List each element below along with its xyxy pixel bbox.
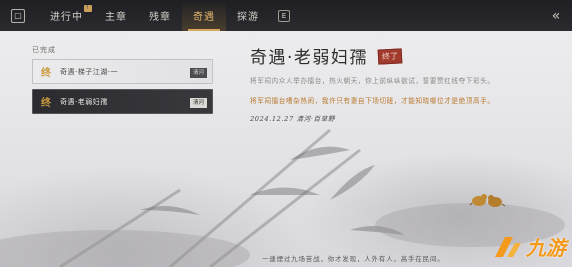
finished-mark-icon: 终 <box>41 98 51 109</box>
quest-name: 奇遇·梯子江湖·一 <box>60 67 118 76</box>
completion-date-location: 2024.12.27 清河·百草野 <box>250 115 336 123</box>
map-icon[interactable]: ▢ <box>11 8 25 23</box>
double-chevron-left-icon[interactable]: « <box>547 7 565 25</box>
tab-label: 奇遇 <box>193 12 215 23</box>
quest-progress-text: 将军祠擂台嘈杂热闹，我许只有妻自下场切磋，才能知晓哪位才是绝顶高手。 <box>250 97 495 105</box>
location-tag: 清河 <box>189 98 207 108</box>
footer-summary: 一連煙过九场苦战，你才发现，人外有人，高手在民间。 <box>262 255 445 263</box>
top-navigation-bar: ▢ 进行中 ! 主章 残章 奇遇 探游 E « <box>0 0 572 31</box>
tab-label: 探游 <box>237 12 259 23</box>
tab-label: 进行中 <box>50 12 83 23</box>
watermark-text: 九游 <box>526 236 566 260</box>
tab-label: 残章 <box>149 12 171 23</box>
tab-encounter[interactable]: 奇遇 <box>182 0 226 31</box>
tab-explore[interactable]: 探游 <box>226 0 270 31</box>
finished-mark-icon: 终 <box>41 68 51 79</box>
quest-title: 奇遇·老弱妇孺 <box>250 48 368 68</box>
completed-section-label: 已完成 <box>32 46 56 54</box>
quest-list-item[interactable]: 终 奇遇·梯子江湖·一 清河 <box>32 59 213 84</box>
sparrow-icon <box>470 194 506 207</box>
nine-game-logo-icon <box>495 236 521 257</box>
tab-in-progress[interactable]: 进行中 ! <box>39 0 94 31</box>
watermark: 九游 <box>491 232 566 261</box>
quest-list-item-selected[interactable]: 终 奇遇·老弱妇孺 清河 <box>32 89 213 114</box>
tab-label: 主章 <box>105 12 127 23</box>
tab-fragment-chapter[interactable]: 残章 <box>138 0 182 31</box>
key-hint-e[interactable]: E <box>278 9 290 22</box>
quest-name: 奇遇·老弱妇孺 <box>60 97 108 106</box>
quest-description: 将军祠内众人举办擂台，热火朝天，你上前纵纵欲试，誓要赞红线夺下彩头。 <box>250 77 495 85</box>
completed-seal-stamp: 终了 <box>377 48 403 65</box>
location-tag: 清河 <box>189 68 207 78</box>
bamboo-ink-painting <box>0 128 565 267</box>
detail-header: 奇遇·老弱妇孺 终了 <box>250 43 403 68</box>
notification-badge: ! <box>84 5 92 12</box>
tab-main-chapter[interactable]: 主章 <box>94 0 138 31</box>
